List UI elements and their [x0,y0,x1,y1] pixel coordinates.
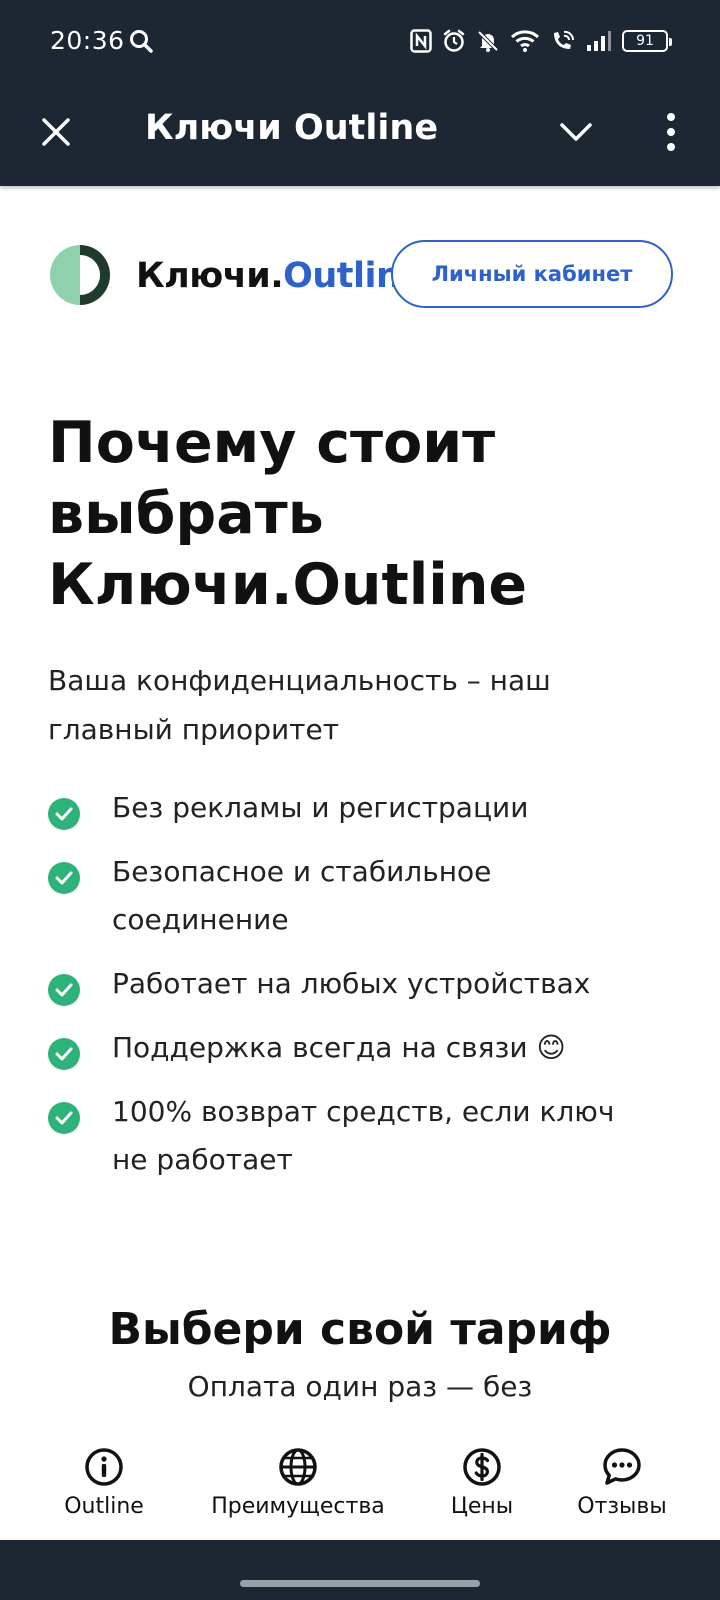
hero-subtitle: Ваша конфиденциальность – наш главный пр… [48,656,668,754]
wifi-call-icon [554,30,575,49]
hero-title: Почему стоит выбрать Ключи.Outline [48,408,678,621]
feature-text: соединение [112,903,289,936]
bottom-nav: Outline Преимущества Цены Отзывы [0,1426,720,1540]
search-icon [130,30,153,53]
system-gesture-bar [0,1540,720,1600]
status-time: 20:36 [50,26,125,55]
feature-text: Работает на любых устройствах [112,967,591,1000]
plans-title: Выбери свой тариф [108,1304,612,1355]
more-vertical-icon[interactable] [656,110,686,154]
hero-subtitle-line: Ваша конфиденциальность – наш [48,664,551,697]
nav-label: Преимущества [211,1494,385,1519]
feature-item: Без рекламы и регистрации [48,784,688,832]
nav-item-advantages[interactable]: Преимущества [198,1426,398,1540]
globe-icon [279,1448,317,1486]
alarm-icon [443,29,465,52]
toolbar-title: Ключи Outline [145,108,439,148]
hero-title-line: Почему стоит [48,410,496,476]
hero-title-line: выбрать [48,481,324,547]
check-circle-icon [48,1038,80,1070]
dollar-icon [463,1448,501,1486]
check-circle-icon [48,862,80,894]
nav-item-outline[interactable]: Outline [44,1426,164,1540]
brand-name[interactable]: Ключи.Outline [136,256,424,296]
feature-item: Поддержка всегда на связи 😊 [48,1024,688,1072]
hero-title-line: Ключи.Outline [48,552,528,618]
check-circle-icon [48,1102,80,1134]
status-bar: 20:36 91 [0,0,720,84]
app-toolbar: Ключи Outline [0,84,720,186]
feature-text: Безопасное и стабильное [112,855,492,888]
feature-list: Без рекламы и регистрации Безопасное и с… [48,784,688,1200]
check-circle-icon [48,974,80,1006]
feature-text: Без рекламы и регистрации [112,791,529,824]
nfc-icon [410,29,432,53]
hero-subtitle-line: главный приоритет [48,713,340,746]
signal-icon [587,31,611,51]
brand-logo-icon[interactable] [48,243,112,307]
feature-item: Работает на любых устройствах [48,960,688,1008]
nav-item-reviews[interactable]: Отзывы [566,1426,678,1540]
info-icon [85,1448,123,1486]
site-header: Ключи.Outline Личный кабинет [0,240,720,312]
nav-item-prices[interactable]: Цены [432,1426,532,1540]
feature-text: не работает [112,1143,293,1176]
feature-text: 100% возврат средств, если ключ [112,1095,615,1128]
feature-item: 100% возврат средств, если ключ не работ… [48,1088,688,1184]
chevron-down-icon[interactable] [556,112,596,152]
feature-item: Безопасное и стабильное соединение [48,848,688,944]
wifi-icon [510,30,540,52]
check-circle-icon [48,798,80,830]
mute-icon [477,30,499,52]
battery-icon: 91 [622,30,672,52]
feature-text: Поддержка всегда на связи 😊 [112,1031,566,1064]
nav-label: Цены [450,1494,514,1519]
brand-name-main: Ключи. [136,256,284,296]
close-icon[interactable] [36,112,76,152]
nav-label: Outline [64,1494,144,1519]
chat-icon [603,1448,641,1485]
plans-subtitle: Оплата один раз — без [187,1370,533,1403]
home-gesture-handle[interactable] [240,1580,480,1587]
personal-account-button[interactable]: Личный кабинет [391,240,673,308]
status-icons: 91 [410,26,672,56]
nav-label: Отзывы [577,1494,667,1519]
